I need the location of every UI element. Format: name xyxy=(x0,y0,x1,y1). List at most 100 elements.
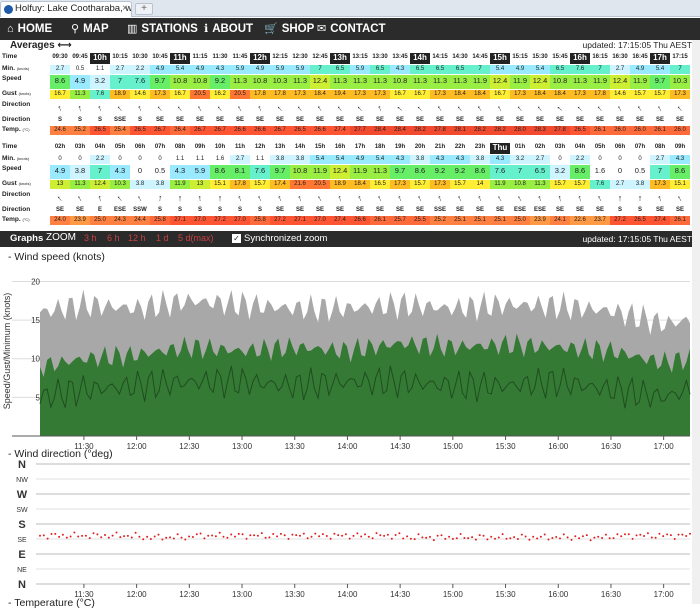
direction-arrow-icon: ↑ xyxy=(177,193,183,203)
zoom-option-2[interactable]: 12 h xyxy=(128,233,146,243)
wind-speed-chart[interactable]: 201510511:30 12:00 12:30 13:00 13:30 14:00 14:… xyxy=(0,262,692,452)
gust-cell: 10.8 xyxy=(510,180,530,189)
gust-cell: 13 xyxy=(50,180,70,189)
direction-point xyxy=(226,536,229,539)
temp-cell: 22.6 xyxy=(570,216,590,225)
direction-text-cell: ESE xyxy=(113,207,126,213)
speed-cell: 11.3 xyxy=(290,75,310,89)
min-cell: 2.7 xyxy=(230,155,250,164)
new-tab-button[interactable]: + xyxy=(135,3,153,15)
direction-point xyxy=(459,533,462,535)
nav-map[interactable]: ⚲ MAP xyxy=(71,18,109,40)
time-cell: 06h xyxy=(134,144,146,150)
zoom-option-1[interactable]: 6 h xyxy=(107,233,120,243)
direction-point xyxy=(39,534,41,537)
direction-point xyxy=(589,539,592,542)
direction-point xyxy=(520,533,523,536)
direction-point xyxy=(658,532,661,535)
tab-close-icon[interactable]: × xyxy=(122,2,128,16)
direction-text-cell: E xyxy=(97,207,102,213)
averages-title[interactable]: Averages ⟷ xyxy=(10,40,72,51)
gust-cell: 11.3 xyxy=(70,90,90,99)
direction-point xyxy=(608,537,611,540)
direction-point xyxy=(123,535,126,538)
direction-point xyxy=(153,535,156,538)
direction-text-cell: SE xyxy=(315,207,324,213)
time-cell: 17h xyxy=(354,144,366,150)
direction-point xyxy=(283,534,286,537)
direction-point xyxy=(184,538,187,541)
temp-cell: 27.4 xyxy=(330,126,350,135)
min-cell: 6.5 xyxy=(450,65,470,74)
min-cell: 4.3 xyxy=(390,155,410,164)
time-cell: 05h xyxy=(594,144,606,150)
sync-checkbox-icon[interactable]: ✓ xyxy=(232,234,241,243)
min-cell: 3.8 xyxy=(410,155,430,164)
direction-point xyxy=(536,537,539,540)
direction-point xyxy=(467,537,470,540)
direction-text-cell: S xyxy=(157,207,162,213)
nav-stations[interactable]: ▥ STATIONS xyxy=(127,18,198,40)
browser-tab[interactable]: Holfuy: Lake Cootharaba, w... × xyxy=(0,1,132,17)
temp-cell: 26.6 xyxy=(230,126,250,135)
direction-point xyxy=(191,536,194,538)
y-tick-label: 5 xyxy=(36,393,41,402)
time-cell: 12:30 xyxy=(292,54,308,60)
direction-text-cell: SE xyxy=(415,117,424,123)
zoom-option-0[interactable]: 3 h xyxy=(84,233,97,243)
time-cell: 15:45 xyxy=(552,54,568,60)
wind-direction-chart[interactable]: NNWWSWSSEENEN11:30 12:00 12:30 13:00 13:30 14… xyxy=(0,460,692,598)
temp-cell: 26.6 xyxy=(310,126,330,135)
gust-cell: 17.3 xyxy=(390,180,410,189)
direction-point xyxy=(310,535,313,538)
time-cell: 16h xyxy=(570,53,590,64)
zoom-option-4[interactable]: 5 d(max) xyxy=(178,233,214,243)
direction-point xyxy=(65,536,68,539)
min-cell: 0 xyxy=(130,155,150,164)
time-cell: 18h xyxy=(374,144,386,150)
direction-point xyxy=(356,532,359,535)
nav-contact[interactable]: ✉ CONTACT xyxy=(317,18,386,40)
nav-shop[interactable]: 🛒 SHOP xyxy=(264,18,314,40)
temp-cell: 26.1 xyxy=(650,126,670,135)
time-cell: 16h xyxy=(334,144,346,150)
temp-cell: 26.5 xyxy=(130,126,150,135)
row-label: Time xyxy=(2,53,18,60)
speed-cell: 8.6 xyxy=(570,165,590,179)
speed-cell: 12.4 xyxy=(310,75,330,89)
gust-cell: 18.4 xyxy=(350,180,370,189)
page-scrollbar[interactable] xyxy=(692,40,700,604)
direction-arrow-icon: ↑ xyxy=(76,102,83,114)
gust-cell: 11.9 xyxy=(490,180,510,189)
direction-text-cell: S xyxy=(177,207,182,213)
min-cell: 2.7 xyxy=(610,65,630,74)
synchronized-zoom-toggle[interactable]: ✓ Synchronized zoom xyxy=(232,233,327,244)
direction-text-cell: SE xyxy=(475,207,484,213)
direction-point xyxy=(513,536,516,539)
time-cell: 14:45 xyxy=(472,54,488,60)
direction-point xyxy=(440,534,443,537)
direction-point xyxy=(161,538,164,541)
direction-point xyxy=(100,536,103,539)
zoom-option-3[interactable]: 1 d xyxy=(156,233,169,243)
time-cell: 14h xyxy=(410,53,430,64)
direction-point xyxy=(509,537,512,540)
direction-text-cell: SE xyxy=(555,207,564,213)
time-cell: 22h xyxy=(454,144,466,150)
speed-cell: 12.4 xyxy=(330,165,350,179)
direction-point xyxy=(436,534,439,537)
time-cell: 12h xyxy=(254,144,266,150)
gust-cell: 15.1 xyxy=(210,180,230,189)
nav-home[interactable]: ⌂ HOME xyxy=(7,18,52,40)
direction-point xyxy=(394,534,397,536)
speed-cell: 11.9 xyxy=(350,165,370,179)
temp-cell: 27.7 xyxy=(350,126,370,135)
tab-title: Holfuy: Lake Cootharaba, w... xyxy=(15,3,132,14)
direction-point xyxy=(505,537,508,540)
nav-about[interactable]: ℹ ABOUT xyxy=(204,18,253,40)
temp-cell: 28.2 xyxy=(470,126,490,135)
direction-point xyxy=(463,537,466,539)
speed-cell: 11.3 xyxy=(230,75,250,89)
home-icon: ⌂ xyxy=(7,23,14,35)
direction-arrow-icon: ↑ xyxy=(556,192,563,204)
